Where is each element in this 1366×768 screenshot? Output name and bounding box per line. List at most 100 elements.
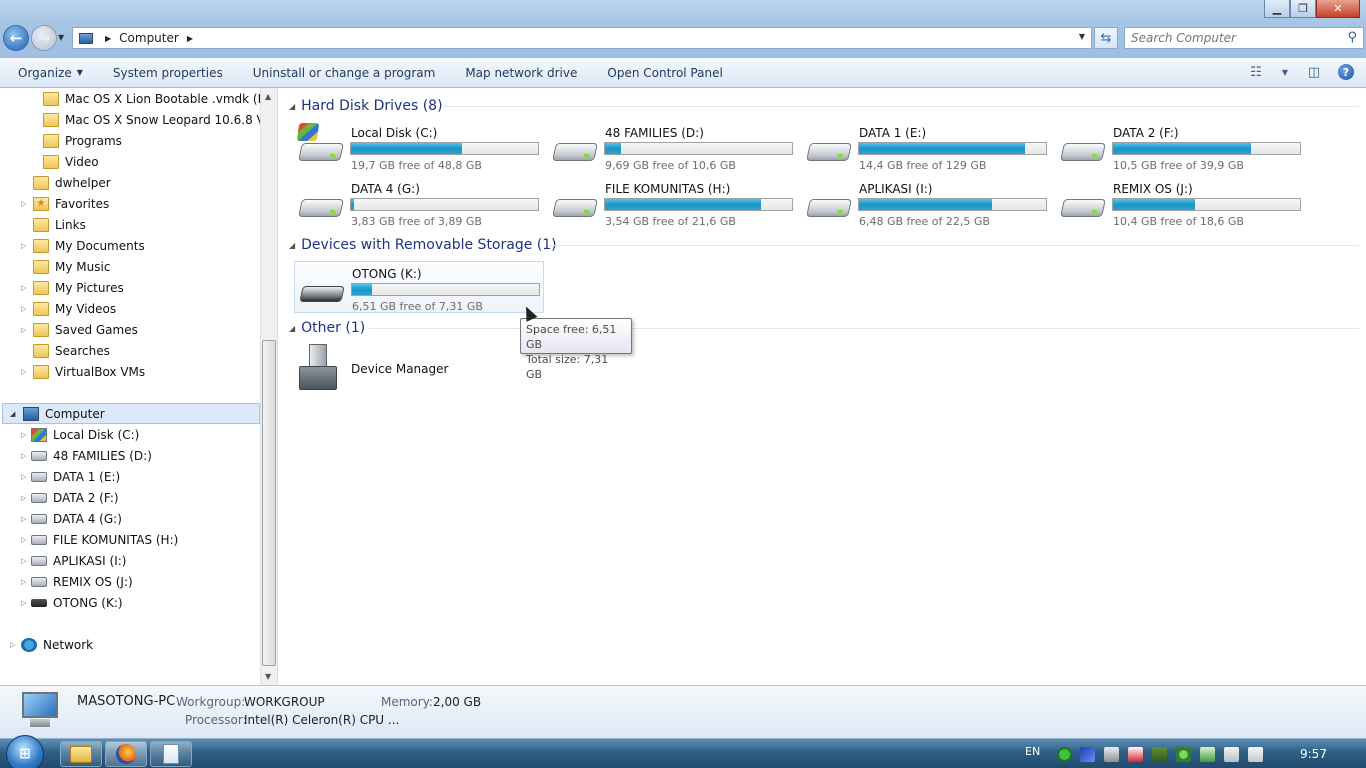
language-indicator[interactable]: EN: [1025, 745, 1040, 758]
nav-item-drive-f[interactable]: ▷ DATA 2 (F:): [21, 487, 119, 508]
nav-item-drive-c[interactable]: ▷ Local Disk (C:): [21, 424, 139, 445]
address-dropdown-icon[interactable]: ▼: [1079, 32, 1085, 41]
taskbar-explorer-button[interactable]: [60, 741, 102, 767]
tray-green-icon[interactable]: [1057, 747, 1072, 762]
open-control-panel-button[interactable]: Open Control Panel: [592, 58, 737, 88]
search-icon[interactable]: ⚲: [1347, 30, 1357, 45]
drive-tile[interactable]: DATA 1 (E:) 14,4 GB free of 129 GB: [802, 121, 1052, 173]
uninstall-program-button[interactable]: Uninstall or change a program: [238, 58, 451, 88]
tray-cpu-icon[interactable]: [1152, 747, 1167, 762]
nav-item-drive-i[interactable]: ▷ APLIKASI (I:): [21, 550, 126, 571]
map-network-drive-button[interactable]: Map network drive: [450, 58, 592, 88]
nav-item-my-documents[interactable]: ▷ My Documents: [21, 235, 145, 256]
help-icon[interactable]: ?: [1338, 64, 1354, 80]
search-input[interactable]: [1125, 28, 1335, 48]
view-dropdown-icon[interactable]: ▼: [1280, 63, 1290, 81]
nav-item-network[interactable]: ▷ Network: [10, 634, 93, 655]
nav-item-drive-d[interactable]: ▷ 48 FAMILIES (D:): [21, 445, 152, 466]
expand-arrow-icon[interactable]: ▷: [21, 284, 26, 292]
organize-menu[interactable]: Organize ▼: [0, 58, 98, 88]
nav-item-drive-g[interactable]: ▷ DATA 4 (G:): [21, 508, 122, 529]
start-button[interactable]: ⊞: [6, 735, 44, 768]
address-bar[interactable]: ▶ Computer ▶ ▼: [72, 27, 1092, 49]
scroll-up-icon[interactable]: ▲: [265, 92, 271, 101]
nav-item-my-pictures[interactable]: ▷ My Pictures: [21, 277, 124, 298]
nav-item-programs[interactable]: Programs: [43, 130, 122, 151]
search-box[interactable]: ⚲: [1124, 27, 1364, 49]
expand-arrow-icon[interactable]: ▷: [21, 494, 26, 502]
nav-item-folder[interactable]: Mac OS X Lion Bootable .vmdk (For VI: [43, 88, 277, 109]
drive-tile[interactable]: Local Disk (C:) 19,7 GB free of 48,8 GB: [294, 121, 544, 173]
nav-scrollbar[interactable]: ▲ ▼: [260, 88, 277, 685]
nav-item-virtualbox-vms[interactable]: ▷ VirtualBox VMs: [21, 361, 145, 382]
back-button[interactable]: ←: [3, 25, 29, 51]
collapse-group-icon[interactable]: ◢: [289, 102, 295, 111]
speaker-muted-icon[interactable]: [1248, 747, 1263, 762]
expand-arrow-icon[interactable]: ▷: [21, 431, 26, 439]
scroll-down-icon[interactable]: ▼: [265, 672, 271, 681]
preview-pane-icon[interactable]: ◫: [1304, 63, 1324, 81]
nav-item-my-videos[interactable]: ▷ My Videos: [21, 298, 116, 319]
group-header-hard-disk-drives[interactable]: ◢ Hard Disk Drives (8): [289, 96, 443, 116]
expand-arrow-icon[interactable]: ▷: [21, 242, 26, 250]
nav-item-computer[interactable]: ◢ Computer: [2, 403, 260, 424]
system-properties-button[interactable]: System properties: [98, 58, 238, 88]
drive-tile[interactable]: DATA 4 (G:) 3,83 GB free of 3,89 GB: [294, 177, 544, 229]
nav-item-folder[interactable]: Mac OS X Snow Leopard 10.6.8 VMwa: [43, 109, 277, 130]
collapse-group-icon[interactable]: ◢: [289, 324, 295, 333]
nav-item-links[interactable]: Links: [33, 214, 86, 235]
nav-item-saved-games[interactable]: ▷ Saved Games: [21, 319, 138, 340]
nav-item-my-music[interactable]: My Music: [33, 256, 110, 277]
group-header-removable-storage[interactable]: ◢ Devices with Removable Storage (1): [289, 235, 557, 255]
drive-tile[interactable]: 48 FAMILIES (D:) 9,69 GB free of 10,6 GB: [548, 121, 798, 173]
drive-tile-otong[interactable]: OTONG (K:) 6,51 GB free of 7,31 GB: [294, 261, 544, 313]
expand-arrow-icon[interactable]: ▷: [21, 473, 26, 481]
tray-device-icon[interactable]: [1104, 747, 1119, 762]
taskbar-firefox-button[interactable]: [105, 741, 147, 767]
refresh-button[interactable]: ⇆: [1094, 27, 1118, 49]
nav-item-drive-e[interactable]: ▷ DATA 1 (E:): [21, 466, 120, 487]
nav-item-drive-j[interactable]: ▷ REMIX OS (J:): [21, 571, 133, 592]
nav-item-searches[interactable]: Searches: [33, 340, 110, 361]
clock[interactable]: 9:57: [1300, 747, 1327, 761]
breadcrumb-arrow-icon[interactable]: ▶: [105, 34, 111, 43]
expand-arrow-icon[interactable]: ▷: [21, 305, 26, 313]
recent-pages-dropdown[interactable]: ▼: [58, 33, 64, 42]
collapse-group-icon[interactable]: ◢: [289, 241, 295, 250]
nav-item-favorites[interactable]: ▷ ★ Favorites: [21, 193, 109, 214]
collapse-arrow-icon[interactable]: ◢: [10, 410, 15, 418]
taskbar-notepad-button[interactable]: [150, 741, 192, 767]
tray-network-icon[interactable]: [1176, 747, 1191, 762]
device-manager-icon[interactable]: [297, 344, 337, 392]
view-options-icon[interactable]: ☷: [1246, 63, 1266, 81]
drive-tile[interactable]: REMIX OS (J:) 10,4 GB free of 18,6 GB: [1056, 177, 1306, 229]
minimize-button[interactable]: ▁: [1264, 0, 1290, 18]
tray-security-icon[interactable]: [1200, 747, 1215, 762]
group-header-other[interactable]: ◢ Other (1): [289, 318, 365, 338]
drive-tile[interactable]: APLIKASI (I:) 6,48 GB free of 22,5 GB: [802, 177, 1052, 229]
expand-arrow-icon[interactable]: ▷: [21, 536, 26, 544]
nav-item-dwhelper[interactable]: dwhelper: [33, 172, 111, 193]
expand-arrow-icon[interactable]: ▷: [21, 368, 26, 376]
nav-item-drive-h[interactable]: ▷ FILE KOMUNITAS (H:): [21, 529, 178, 550]
drive-tile[interactable]: DATA 2 (F:) 10,5 GB free of 39,9 GB: [1056, 121, 1306, 173]
nav-item-drive-k[interactable]: ▷ OTONG (K:): [21, 592, 123, 613]
device-manager-label[interactable]: Device Manager: [351, 362, 448, 376]
drive-tile[interactable]: FILE KOMUNITAS (H:) 3,54 GB free of 21,6 …: [548, 177, 798, 229]
scroll-thumb[interactable]: [262, 340, 276, 666]
tray-usb-icon[interactable]: [1224, 747, 1239, 762]
breadcrumb-computer[interactable]: Computer: [119, 31, 179, 45]
tray-display-icon[interactable]: [1080, 747, 1095, 762]
tray-monitor-icon[interactable]: [1128, 747, 1143, 762]
expand-arrow-icon[interactable]: ▷: [21, 599, 26, 607]
maximize-button[interactable]: ❐: [1290, 0, 1316, 18]
forward-button[interactable]: →: [31, 25, 57, 51]
expand-arrow-icon[interactable]: ▷: [21, 326, 26, 334]
expand-arrow-icon[interactable]: ▷: [21, 557, 26, 565]
expand-arrow-icon[interactable]: ▷: [10, 641, 15, 649]
close-button[interactable]: ✕: [1316, 0, 1360, 18]
expand-arrow-icon[interactable]: ▷: [21, 200, 26, 208]
expand-arrow-icon[interactable]: ▷: [21, 452, 26, 460]
expand-arrow-icon[interactable]: ▷: [21, 515, 26, 523]
nav-item-video[interactable]: Video: [43, 151, 99, 172]
